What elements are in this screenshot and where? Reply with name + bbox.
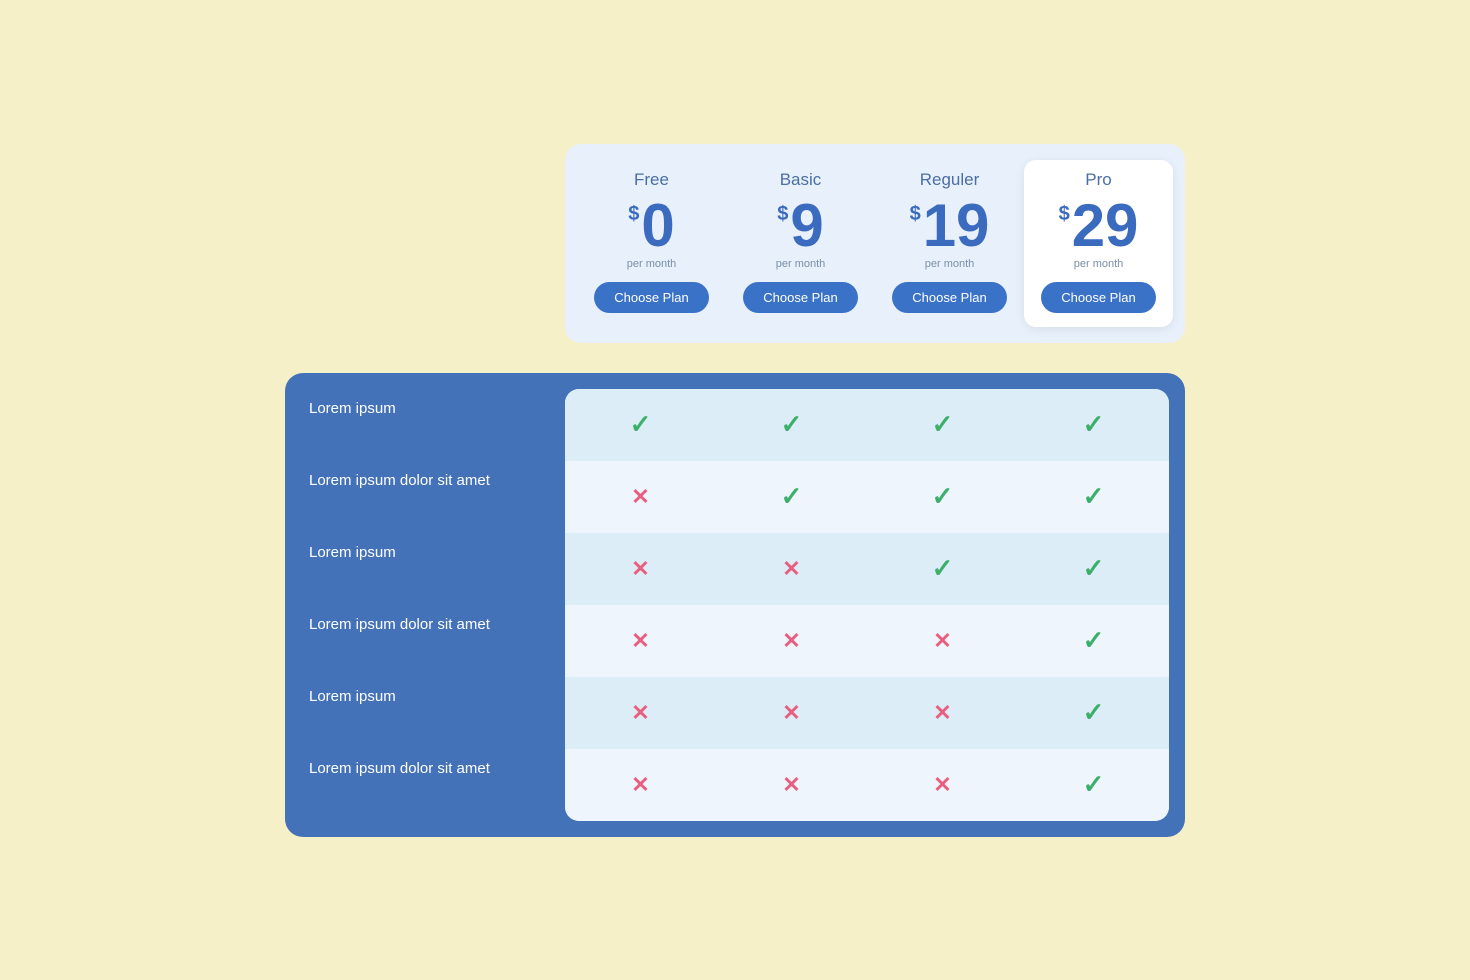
check-icon: ✓ (781, 409, 803, 440)
cross-icon: ✕ (933, 772, 951, 798)
check-icon: ✓ (932, 481, 954, 512)
feature-cell-2-0: ✕ (565, 556, 716, 582)
cross-icon: ✕ (933, 700, 951, 726)
plan-price-free: $ 0 (585, 196, 718, 256)
plan-period-basic: per month (734, 258, 867, 270)
feature-values-row-1: ✕ ✓ ✓ ✓ (565, 461, 1169, 533)
plan-price-reguler: $ 19 (883, 196, 1016, 256)
plan-amount-reguler: 19 (923, 196, 990, 256)
pricing-container: Free $ 0 per month Choose Plan Basic $ 9… (285, 144, 1185, 837)
feature-cell-0-2: ✓ (867, 409, 1018, 440)
features-table: Lorem ipsumLorem ipsum dolor sit ametLor… (285, 373, 1185, 837)
cross-icon: ✕ (631, 556, 649, 582)
feature-name-row-3: Lorem ipsum dolor sit amet (309, 589, 565, 661)
feature-cell-3-0: ✕ (565, 628, 716, 654)
cross-icon: ✕ (782, 556, 800, 582)
feature-names-column: Lorem ipsumLorem ipsum dolor sit ametLor… (285, 373, 565, 821)
check-icon: ✓ (1083, 769, 1105, 800)
check-icon: ✓ (1083, 697, 1105, 728)
choose-plan-button-basic[interactable]: Choose Plan (743, 282, 857, 313)
feature-name-row-5: Lorem ipsum dolor sit amet (309, 733, 565, 805)
choose-plan-button-pro[interactable]: Choose Plan (1041, 282, 1155, 313)
features-label-section (285, 323, 565, 343)
feature-cell-0-0: ✓ (565, 409, 716, 440)
plan-card-pro: Pro $ 29 per month Choose Plan (1024, 160, 1173, 327)
feature-cell-2-1: ✕ (716, 556, 867, 582)
plan-name-reguler: Reguler (883, 170, 1016, 190)
feature-name-row-4: Lorem ipsum (309, 661, 565, 733)
feature-cell-5-3: ✓ (1018, 769, 1169, 800)
plan-amount-basic: 9 (790, 196, 823, 256)
plan-amount-pro: 29 (1072, 196, 1139, 256)
feature-values-row-2: ✕ ✕ ✓ ✓ (565, 533, 1169, 605)
cross-icon: ✕ (631, 700, 649, 726)
plan-dollar-basic: $ (777, 204, 788, 224)
plan-price-basic: $ 9 (734, 196, 867, 256)
plan-period-free: per month (585, 258, 718, 270)
check-icon: ✓ (1083, 409, 1105, 440)
plan-card-reguler: Reguler $ 19 per month Choose Plan (875, 160, 1024, 327)
cross-icon: ✕ (933, 628, 951, 654)
feature-cell-5-1: ✕ (716, 772, 867, 798)
feature-name-row-1: Lorem ipsum dolor sit amet (309, 445, 565, 517)
check-icon: ✓ (1083, 481, 1105, 512)
plan-name-basic: Basic (734, 170, 867, 190)
plan-dollar-free: $ (628, 204, 639, 224)
plan-dollar-reguler: $ (910, 204, 921, 224)
plan-name-pro: Pro (1032, 170, 1165, 190)
check-icon: ✓ (932, 553, 954, 584)
feature-cell-1-0: ✕ (565, 484, 716, 510)
cross-icon: ✕ (782, 772, 800, 798)
feature-cell-4-1: ✕ (716, 700, 867, 726)
feature-cell-0-3: ✓ (1018, 409, 1169, 440)
check-icon: ✓ (1083, 625, 1105, 656)
feature-cell-4-3: ✓ (1018, 697, 1169, 728)
feature-values-row-3: ✕ ✕ ✕ ✓ (565, 605, 1169, 677)
feature-cell-2-3: ✓ (1018, 553, 1169, 584)
feature-name-row-2: Lorem ipsum (309, 517, 565, 589)
feature-cell-4-0: ✕ (565, 700, 716, 726)
pricing-header: Free $ 0 per month Choose Plan Basic $ 9… (285, 144, 1185, 343)
cross-icon: ✕ (782, 628, 800, 654)
feature-cell-5-2: ✕ (867, 772, 1018, 798)
feature-cell-5-0: ✕ (565, 772, 716, 798)
plan-card-basic: Basic $ 9 per month Choose Plan (726, 160, 875, 327)
check-icon: ✓ (781, 481, 803, 512)
feature-cell-0-1: ✓ (716, 409, 867, 440)
feature-values-row-5: ✕ ✕ ✕ ✓ (565, 749, 1169, 821)
plan-amount-free: 0 (641, 196, 674, 256)
feature-cell-1-2: ✓ (867, 481, 1018, 512)
feature-values-row-4: ✕ ✕ ✕ ✓ (565, 677, 1169, 749)
feature-values-row-0: ✓ ✓ ✓ ✓ (565, 389, 1169, 461)
feature-cell-3-3: ✓ (1018, 625, 1169, 656)
plan-name-free: Free (585, 170, 718, 190)
feature-values-grid: ✓ ✓ ✓ ✓ ✕ ✓ ✓ ✓ ✕ ✕ ✓ ✓ ✕ ✕ ✕ ✓ ✕ ✕ ✕ ✓ ✕ ✕ ✕ ✓ (565, 389, 1169, 821)
cross-icon: ✕ (782, 700, 800, 726)
plan-period-reguler: per month (883, 258, 1016, 270)
feature-cell-1-1: ✓ (716, 481, 867, 512)
plan-price-pro: $ 29 (1032, 196, 1165, 256)
table-inner: Lorem ipsumLorem ipsum dolor sit ametLor… (285, 373, 1185, 821)
plan-card-free: Free $ 0 per month Choose Plan (577, 160, 726, 327)
check-icon: ✓ (630, 409, 652, 440)
cross-icon: ✕ (631, 484, 649, 510)
check-icon: ✓ (932, 409, 954, 440)
cross-icon: ✕ (631, 628, 649, 654)
plan-period-pro: per month (1032, 258, 1165, 270)
plan-dollar-pro: $ (1059, 204, 1070, 224)
feature-cell-3-2: ✕ (867, 628, 1018, 654)
choose-plan-button-reguler[interactable]: Choose Plan (892, 282, 1006, 313)
choose-plan-button-free[interactable]: Choose Plan (594, 282, 708, 313)
feature-name-row-0: Lorem ipsum (309, 373, 565, 445)
plans-header: Free $ 0 per month Choose Plan Basic $ 9… (565, 144, 1185, 343)
check-icon: ✓ (1083, 553, 1105, 584)
cross-icon: ✕ (631, 772, 649, 798)
feature-cell-2-2: ✓ (867, 553, 1018, 584)
feature-cell-4-2: ✕ (867, 700, 1018, 726)
feature-cell-3-1: ✕ (716, 628, 867, 654)
feature-cell-1-3: ✓ (1018, 481, 1169, 512)
